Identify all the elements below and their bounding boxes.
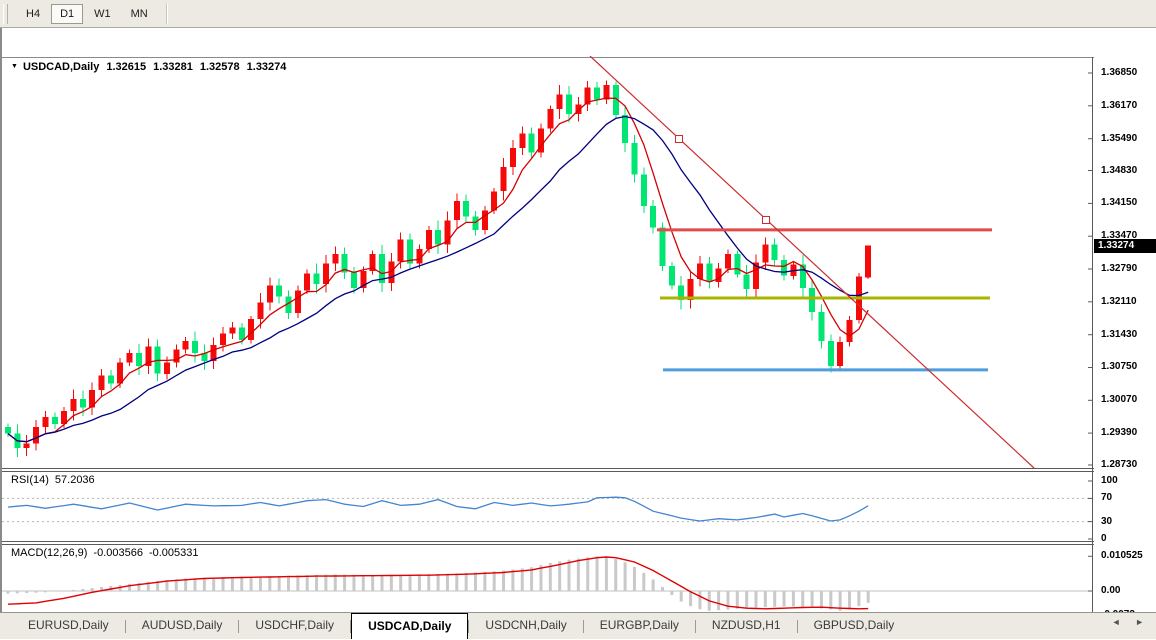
macd-indicator-label: MACD(12,26,9) -0.003566 -0.005331: [11, 547, 199, 559]
price-axis-label: 1.36850: [1101, 67, 1137, 78]
price-axis-label: 1.31430: [1101, 329, 1137, 340]
period-tabs: H4D1W1MN: [16, 4, 158, 24]
symbol-tab-gbpusd[interactable]: GBPUSD,Daily: [798, 613, 911, 639]
chart-window: ▼ USDCAD,Daily 1.32615 1.33281 1.32578 1.3327…: [0, 28, 1156, 612]
price-axis-label: 1.28730: [1101, 459, 1137, 470]
rsi-axis-label: 70: [1101, 492, 1112, 503]
rsi-axis-label: 30: [1101, 516, 1112, 527]
ohlc-close: 1.33274: [247, 61, 287, 73]
price-axis-label: 1.34830: [1101, 165, 1137, 176]
symbol-label: USDCAD,Daily: [23, 61, 99, 73]
price-axis-label: 1.30750: [1101, 361, 1137, 372]
symbol-tab-eurgbp[interactable]: EURGBP,Daily: [584, 613, 695, 639]
period-tab-h4[interactable]: H4: [17, 4, 49, 24]
price-axis-label: 1.35490: [1101, 133, 1137, 144]
rsi-axis-label: 100: [1101, 475, 1118, 486]
price-axis-label: 1.30070: [1101, 394, 1137, 405]
price-axis-label: 1.34150: [1101, 197, 1137, 208]
period-toolbar: H4D1W1MN: [0, 0, 1156, 28]
price-axis-label: 1.32790: [1101, 263, 1137, 274]
macd-axis-label: 0.010525: [1101, 550, 1143, 561]
toolbar-grip[interactable]: [3, 4, 8, 24]
symbol-tab-eurusd[interactable]: EURUSD,Daily: [12, 613, 125, 639]
tab-scroll-arrows[interactable]: ◄ ►: [1112, 617, 1150, 627]
toolbar-separator: [166, 4, 168, 24]
symbol-tab-nzdusd[interactable]: NZDUSD,H1: [696, 613, 797, 639]
price-axis-label: 1.32110: [1101, 296, 1137, 307]
price-axis-label: 1.36170: [1101, 100, 1137, 111]
rsi-value: 57.2036: [55, 474, 95, 486]
symbol-tab-usdcad[interactable]: USDCAD,Daily: [351, 613, 468, 639]
symbol-tab-audusd[interactable]: AUDUSD,Daily: [126, 613, 239, 639]
symbol-dropdown-icon[interactable]: ▼: [11, 63, 18, 70]
period-tab-d1[interactable]: D1: [51, 4, 83, 24]
rsi-indicator-label: RSI(14) 57.2036: [11, 474, 95, 486]
chart-canvas[interactable]: [2, 56, 1094, 625]
macd-signal-value: -0.005331: [149, 547, 199, 559]
chart-title: ▼ USDCAD,Daily 1.32615 1.33281 1.32578 1.3327…: [11, 61, 286, 73]
price-axis-label: 1.33470: [1101, 230, 1137, 241]
period-tab-mn[interactable]: MN: [122, 4, 157, 24]
symbol-tab-usdcnh[interactable]: USDCNH,Daily: [469, 613, 582, 639]
ohlc-high: 1.33281: [153, 61, 193, 73]
macd-main-value: -0.003566: [93, 547, 143, 559]
price-axis[interactable]: 1.33274 1.368501.361701.354901.348301.34…: [1094, 56, 1156, 625]
rsi-axis-label: 0: [1101, 533, 1107, 544]
symbol-tab-bar: EURUSD,DailyAUDUSD,DailyUSDCHF,DailyUSDC…: [0, 612, 1156, 639]
price-axis-label: 1.29390: [1101, 427, 1137, 438]
rsi-name: RSI(14): [11, 474, 49, 486]
symbol-tab-usdchf[interactable]: USDCHF,Daily: [239, 613, 350, 639]
ohlc-low: 1.32578: [200, 61, 240, 73]
period-tab-w1[interactable]: W1: [85, 4, 120, 24]
macd-name: MACD(12,26,9): [11, 547, 87, 559]
macd-axis-label: 0.00: [1101, 585, 1120, 596]
ohlc-open: 1.32615: [106, 61, 146, 73]
